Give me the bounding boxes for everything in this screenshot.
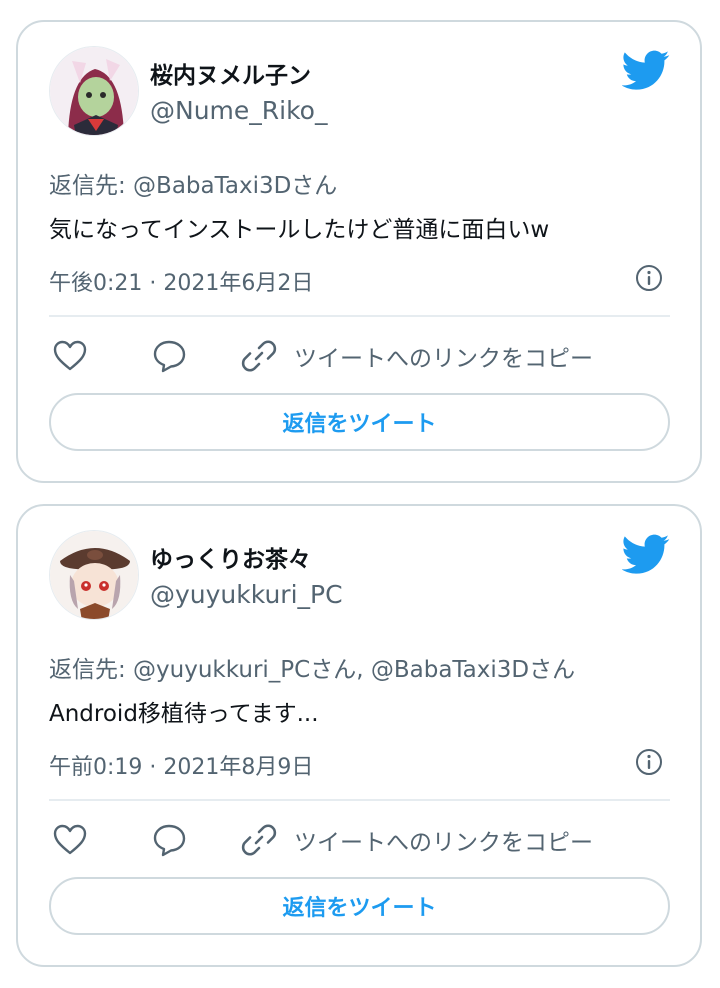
twitter-bird-icon[interactable] <box>622 530 670 578</box>
divider <box>49 799 670 801</box>
user-handle[interactable]: @yuyukkuri_PC <box>150 580 343 609</box>
display-name[interactable]: ゆっくりお茶々 <box>150 540 311 574</box>
tweet-card: 桜内ヌメル子ン @Nume_Riko_ 返信先: @BabaTaxi3Dさん 気… <box>16 20 702 483</box>
reply-tweet-button[interactable]: 返信をツイート <box>49 877 670 935</box>
copy-link-button[interactable]: ツイートへのリンクをコピー <box>240 820 593 860</box>
speech-bubble-icon[interactable] <box>152 338 188 374</box>
twitter-bird-icon[interactable] <box>622 46 670 94</box>
copy-link-label: ツイートへのリンクをコピー <box>294 346 593 372</box>
copy-link-button[interactable]: ツイートへのリンクをコピー <box>240 336 593 376</box>
avatar[interactable] <box>49 46 139 136</box>
display-name[interactable]: 桜内ヌメル子ン <box>150 56 311 90</box>
link-icon <box>241 340 277 372</box>
info-icon[interactable] <box>634 747 664 777</box>
tweet-timestamp[interactable]: 午後0:21 · 2021年6月2日 <box>49 265 313 297</box>
reply-to-line[interactable]: 返信先: @BabaTaxi3Dさん <box>49 166 337 200</box>
tweet-timestamp[interactable]: 午前0:19 · 2021年8月9日 <box>49 749 313 781</box>
info-icon[interactable] <box>634 263 664 293</box>
copy-link-label: ツイートへのリンクをコピー <box>294 830 593 856</box>
tweet-text: 気になってインストールしたけど普通に面白いw <box>49 217 550 243</box>
divider <box>49 315 670 317</box>
tweet-card: ゆっくりお茶々 @yuyukkuri_PC 返信先: @yuyukkuri_PC… <box>16 504 702 967</box>
heart-icon[interactable] <box>52 822 88 858</box>
heart-icon[interactable] <box>52 338 88 374</box>
tweet-text: Android移植待ってます... <box>49 701 319 727</box>
reply-to-line[interactable]: 返信先: @yuyukkuri_PCさん, @BabaTaxi3Dさん <box>49 650 575 684</box>
user-handle[interactable]: @Nume_Riko_ <box>150 96 327 125</box>
link-icon <box>241 824 277 856</box>
avatar[interactable] <box>49 530 139 620</box>
reply-tweet-button[interactable]: 返信をツイート <box>49 393 670 451</box>
speech-bubble-icon[interactable] <box>152 822 188 858</box>
